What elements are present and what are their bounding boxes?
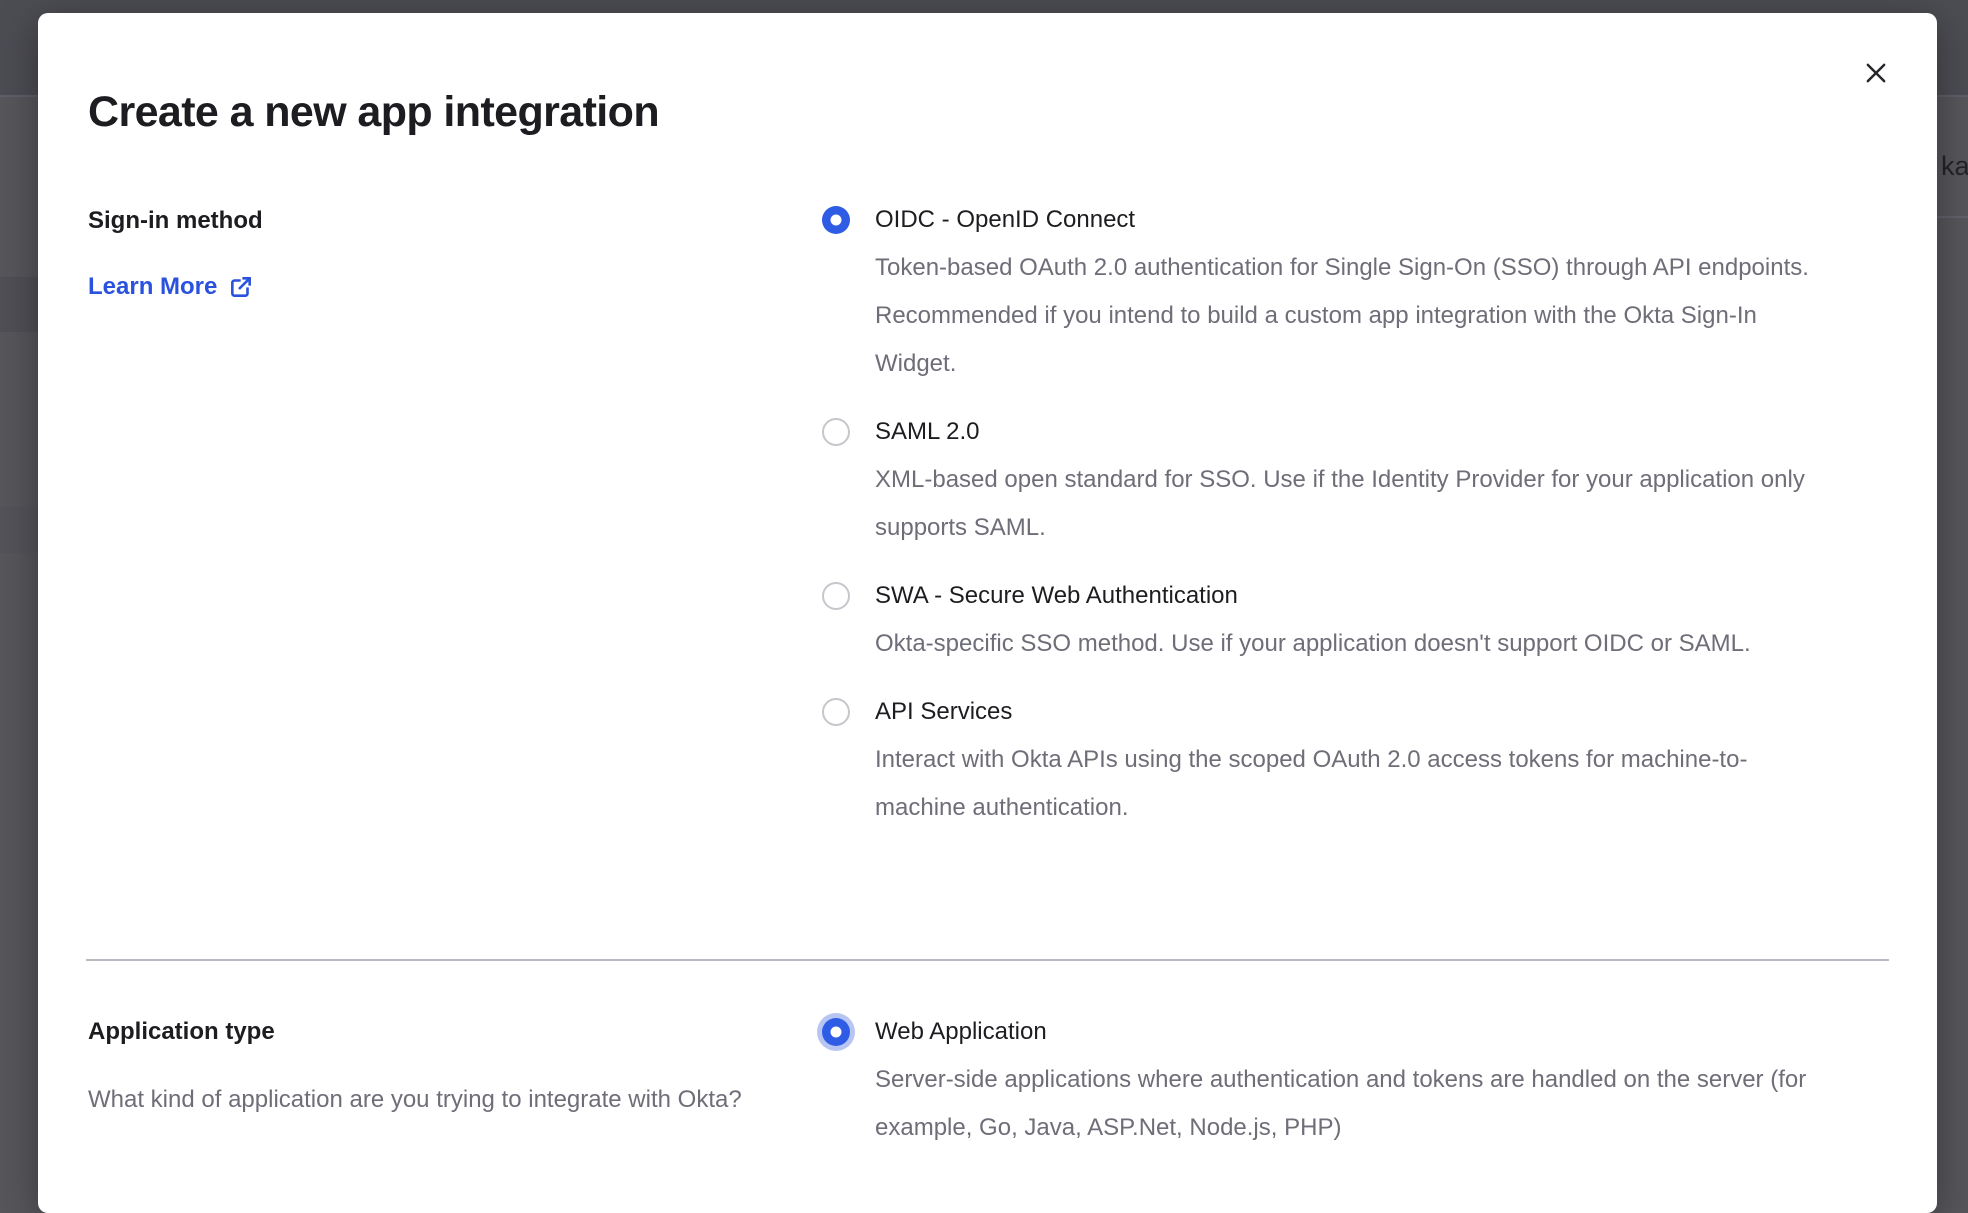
dialog-title: Create a new app integration: [88, 88, 659, 136]
sign-in-method-radio-group: OIDC - OpenID Connect Token-based OAuth …: [822, 196, 1830, 852]
application-type-question: What kind of application are you trying …: [88, 1076, 748, 1124]
learn-more-link[interactable]: Learn More: [88, 263, 254, 311]
option-label: SAML 2.0: [875, 408, 1830, 456]
radio-option-swa[interactable]: SWA - Secure Web Authentication Okta-spe…: [822, 572, 1830, 668]
radio-option-web-application[interactable]: Web Application Server-side applications…: [822, 1008, 1830, 1152]
radio-selected[interactable]: [822, 206, 850, 234]
option-description: Token-based OAuth 2.0 authentication for…: [875, 244, 1830, 388]
radio-selected[interactable]: [822, 1018, 850, 1046]
background-partial-text: ka: [1941, 150, 1968, 182]
option-description: XML-based open standard for SSO. Use if …: [875, 456, 1830, 552]
close-button[interactable]: [1854, 51, 1898, 95]
close-icon: [1862, 59, 1890, 87]
radio-unselected[interactable]: [822, 698, 850, 726]
option-label: API Services: [875, 688, 1830, 736]
option-label: OIDC - OpenID Connect: [875, 196, 1830, 244]
application-type-radio-group: Web Application Server-side applications…: [822, 1008, 1830, 1172]
option-description: Server-side applications where authentic…: [875, 1056, 1830, 1152]
learn-more-label: Learn More: [88, 263, 217, 311]
radio-option-api-services[interactable]: API Services Interact with Okta APIs usi…: [822, 688, 1830, 832]
background-divider: [1937, 216, 1968, 218]
create-app-integration-dialog: Create a new app integration Sign-in met…: [38, 13, 1937, 1213]
sign-in-method-label: Sign-in method: [88, 197, 263, 245]
radio-option-saml[interactable]: SAML 2.0 XML-based open standard for SSO…: [822, 408, 1830, 552]
background-sidebar-band: [0, 277, 38, 332]
application-type-label: Application type: [88, 1008, 275, 1056]
option-description: Okta-specific SSO method. Use if your ap…: [875, 620, 1830, 668]
section-divider: [86, 959, 1889, 961]
option-label: SWA - Secure Web Authentication: [875, 572, 1830, 620]
radio-unselected[interactable]: [822, 582, 850, 610]
external-link-icon: [228, 274, 254, 300]
radio-unselected[interactable]: [822, 418, 850, 446]
radio-option-oidc[interactable]: OIDC - OpenID Connect Token-based OAuth …: [822, 196, 1830, 388]
option-label: Web Application: [875, 1008, 1830, 1056]
option-description: Interact with Okta APIs using the scoped…: [875, 736, 1830, 832]
background-sidebar-band: [0, 507, 38, 553]
